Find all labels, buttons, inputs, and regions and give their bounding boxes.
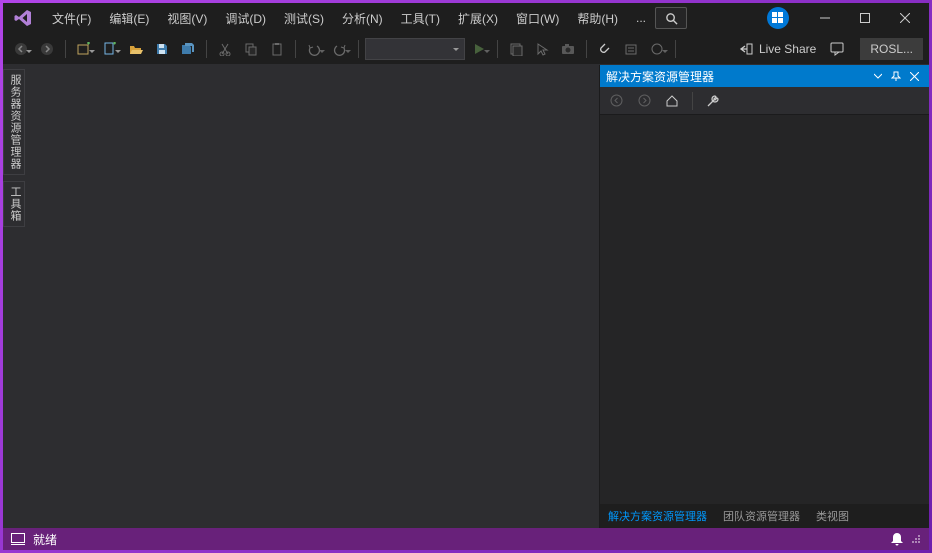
solution-config-combo[interactable]: [365, 38, 465, 60]
panel-header[interactable]: 解决方案资源管理器: [600, 65, 929, 87]
menu-overflow[interactable]: ...: [627, 7, 655, 29]
menu-extensions[interactable]: 扩展(X): [449, 6, 507, 31]
save-button[interactable]: [150, 37, 174, 61]
pin-icon[interactable]: [887, 71, 905, 81]
menu-help[interactable]: 帮助(H): [568, 6, 627, 31]
open-button[interactable]: [124, 37, 148, 61]
account-icon[interactable]: [767, 7, 789, 29]
new-item-button[interactable]: [98, 37, 122, 61]
work-item-button[interactable]: [619, 37, 643, 61]
solution-explorer-panel: 解决方案资源管理器 解决方案资源管理器 团队资源管理器 类视图: [599, 65, 929, 528]
status-ready: 就绪: [33, 531, 57, 548]
server-explorer-tab[interactable]: 服务器资源管理器: [3, 69, 25, 175]
panel-bottom-tabs: 解决方案资源管理器 团队资源管理器 类视图: [600, 504, 929, 528]
paste-button[interactable]: [265, 37, 289, 61]
menu-bar: 文件(F) 编辑(E) 视图(V) 调试(D) 测试(S) 分析(N) 工具(T…: [3, 3, 929, 33]
client-area: 服务器资源管理器 工具箱 解决方案资源管理器 解决方案资源管理器: [3, 65, 929, 528]
left-dock: 服务器资源管理器 工具箱: [3, 65, 25, 528]
start-debug-button[interactable]: [467, 37, 491, 61]
panel-body: [600, 115, 929, 504]
panel-back-button[interactable]: [604, 89, 628, 113]
roslyn-button[interactable]: ROSL...: [860, 38, 923, 60]
maximize-button[interactable]: [845, 5, 885, 31]
panel-toolbar: [600, 87, 929, 115]
undo-button[interactable]: [302, 37, 326, 61]
menu-view[interactable]: 视图(V): [158, 6, 216, 31]
panel-forward-button[interactable]: [632, 89, 656, 113]
menu-tools[interactable]: 工具(T): [392, 6, 449, 31]
editor-area: [25, 65, 599, 528]
find-in-files-button[interactable]: [504, 37, 528, 61]
status-bar: 就绪: [3, 528, 929, 550]
vs-logo-icon: [9, 8, 37, 28]
live-share-button[interactable]: Live Share: [731, 42, 824, 56]
main-toolbar: Live Share ROSL...: [3, 33, 929, 65]
home-button[interactable]: [660, 89, 684, 113]
copy-button[interactable]: [239, 37, 263, 61]
ai-button[interactable]: [645, 37, 669, 61]
save-all-button[interactable]: [176, 37, 200, 61]
panel-title: 解决方案资源管理器: [606, 68, 714, 85]
nav-back-button[interactable]: [9, 37, 33, 61]
menu-debug[interactable]: 调试(D): [216, 6, 275, 31]
tab-solution-explorer[interactable]: 解决方案资源管理器: [600, 504, 715, 528]
cut-button[interactable]: [213, 37, 237, 61]
redo-button[interactable]: [328, 37, 352, 61]
menu-analyze[interactable]: 分析(N): [333, 6, 392, 31]
attach-button[interactable]: [593, 37, 617, 61]
menu-window[interactable]: 窗口(W): [507, 6, 568, 31]
nav-forward-button[interactable]: [35, 37, 59, 61]
panel-close-icon[interactable]: [905, 72, 923, 81]
resize-grip-icon[interactable]: [911, 534, 921, 544]
panel-dropdown-icon[interactable]: [869, 72, 887, 80]
close-button[interactable]: [885, 5, 925, 31]
menu-test[interactable]: 测试(S): [275, 6, 333, 31]
properties-button[interactable]: [701, 89, 725, 113]
new-project-button[interactable]: [72, 37, 96, 61]
search-button[interactable]: [655, 7, 687, 29]
feedback-button[interactable]: [826, 37, 850, 61]
select-tool-button[interactable]: [530, 37, 554, 61]
menu-edit[interactable]: 编辑(E): [100, 6, 158, 31]
toolbox-tab[interactable]: 工具箱: [3, 181, 25, 227]
minimize-button[interactable]: [805, 5, 845, 31]
menu-file[interactable]: 文件(F): [43, 6, 100, 31]
notifications-icon[interactable]: [891, 532, 903, 546]
live-share-label: Live Share: [759, 42, 816, 56]
camera-icon[interactable]: [556, 37, 580, 61]
share-icon: [739, 42, 753, 56]
output-pane-icon[interactable]: [11, 533, 25, 545]
tab-class-view[interactable]: 类视图: [808, 504, 857, 528]
tab-team-explorer[interactable]: 团队资源管理器: [715, 504, 808, 528]
